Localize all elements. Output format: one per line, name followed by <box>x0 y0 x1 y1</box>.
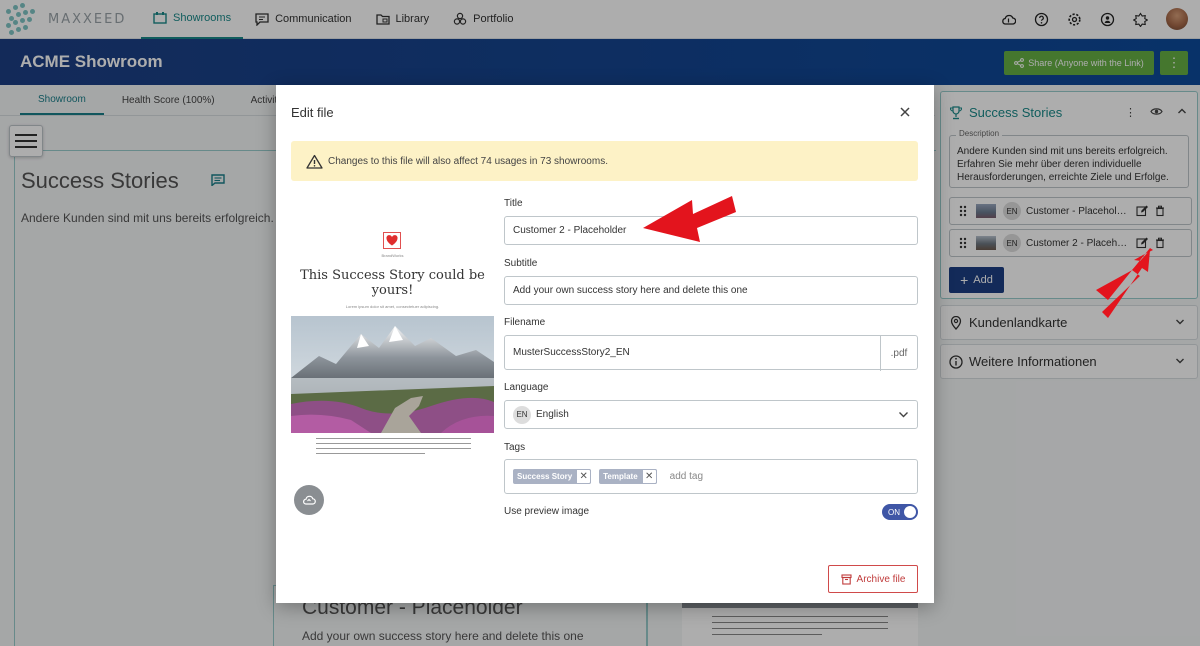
dialog-title: Edit file <box>291 105 334 120</box>
filename-input[interactable]: MusterSuccessStory2_EN .pdf <box>504 335 918 371</box>
add-tag-input[interactable] <box>669 471 770 482</box>
tag-chip-label: Template <box>603 472 638 481</box>
toggle-state-label: ON <box>888 507 900 517</box>
remove-tag-icon[interactable]: ✕ <box>576 469 592 484</box>
cloud-upload-icon <box>303 495 316 505</box>
warning-text: Changes to this file will also affect 74… <box>328 155 608 167</box>
filename-value: MusterSuccessStory2_EN <box>513 347 630 358</box>
close-icon[interactable] <box>898 105 912 119</box>
language-value: English <box>536 409 569 420</box>
preview-body-text <box>316 438 471 458</box>
filename-label: Filename <box>504 317 546 328</box>
tags-label: Tags <box>504 442 526 453</box>
tag-chip: Success Story ✕ <box>513 469 592 484</box>
remove-tag-icon[interactable]: ✕ <box>641 469 657 484</box>
edit-file-dialog: Edit file Changes to this file will also… <box>276 85 934 603</box>
chevron-down-icon <box>899 412 908 418</box>
language-code-chip: EN <box>513 405 531 424</box>
subtitle-label: Subtitle <box>504 258 538 269</box>
preview-headline: This Success Story could be yours! <box>300 268 485 298</box>
archive-file-label: Archive file <box>856 573 906 585</box>
tags-input[interactable]: Success Story ✕ Template ✕ <box>504 459 918 494</box>
mountain-landscape-image <box>291 316 494 433</box>
heart-logo-icon <box>383 232 401 249</box>
usage-warning-banner: Changes to this file will also affect 74… <box>291 141 918 181</box>
subtitle-input[interactable]: Add your own success story here and dele… <box>504 276 918 305</box>
preview-text-line <box>316 438 471 439</box>
preview-subline: Lorem ipsum dolor sit amet, consectetuer… <box>345 304 440 309</box>
upload-preview-button[interactable] <box>294 485 324 515</box>
title-label: Title <box>504 198 523 209</box>
preview-text-line <box>316 453 425 454</box>
preview-text-line <box>316 443 471 444</box>
file-preview: BrandWorks This Success Story could be y… <box>291 220 494 465</box>
title-input[interactable]: Customer 2 - Placeholder <box>504 216 918 245</box>
warning-icon <box>306 154 323 169</box>
archive-file-button[interactable]: Archive file <box>828 565 918 593</box>
toggle-knob <box>904 506 916 518</box>
tag-chip: Template ✕ <box>599 469 657 484</box>
language-select[interactable]: EN English <box>504 400 918 429</box>
preview-brand: BrandWorks <box>381 253 404 258</box>
preview-image-toggle[interactable]: ON <box>882 504 918 520</box>
preview-text-line <box>316 448 471 449</box>
tag-chip-label: Success Story <box>517 472 573 481</box>
language-label: Language <box>504 382 549 393</box>
preview-image-label: Use preview image <box>504 506 590 517</box>
filename-extension: .pdf <box>880 336 917 371</box>
archive-icon <box>840 573 852 585</box>
